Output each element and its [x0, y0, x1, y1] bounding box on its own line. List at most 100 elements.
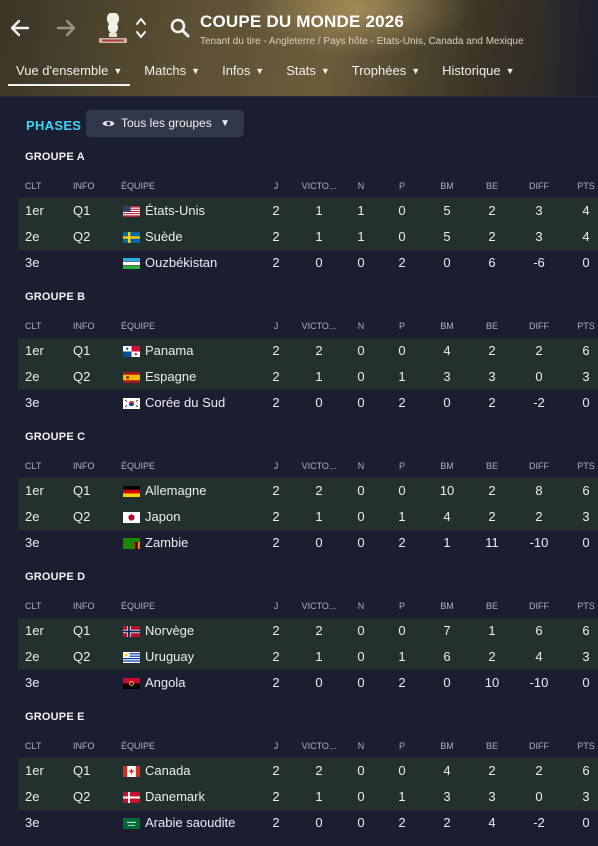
losses: 2: [398, 255, 406, 270]
table-row[interactable]: 2e Q2 Uruguay 2 1 0 1 6 2 4 3: [18, 644, 598, 670]
col-header-goals-for[interactable]: BM: [427, 740, 467, 752]
col-header-goal-diff[interactable]: DIFF: [519, 460, 559, 472]
col-header-draws[interactable]: N: [341, 180, 381, 192]
col-header-played[interactable]: J: [256, 460, 296, 472]
col-header-info[interactable]: INFO: [73, 320, 95, 332]
col-header-goal-diff[interactable]: DIFF: [519, 180, 559, 192]
col-header-info[interactable]: INFO: [73, 600, 95, 612]
col-header-losses[interactable]: P: [382, 600, 422, 612]
col-header-losses[interactable]: P: [382, 740, 422, 752]
table-row[interactable]: 3e Corée du Sud 2 0 0 2 0 2 -2 0: [18, 390, 598, 416]
col-header-goals-for[interactable]: BM: [427, 460, 467, 472]
back-button[interactable]: [8, 16, 32, 40]
team-name[interactable]: Norvège: [145, 618, 194, 644]
table-row[interactable]: 1er Q1 États-Unis 2 1 1 0 5 2 3 4: [18, 198, 598, 224]
col-header-points[interactable]: PTS: [566, 600, 598, 612]
col-header-played[interactable]: J: [256, 740, 296, 752]
table-row[interactable]: 2e Q2 Danemark 2 1 0 1 3 3 0 3: [18, 784, 598, 810]
col-header-played[interactable]: J: [256, 320, 296, 332]
world-cup-logo[interactable]: [96, 10, 130, 46]
team-name[interactable]: États-Unis: [145, 198, 205, 224]
col-header-info[interactable]: INFO: [73, 740, 95, 752]
col-header-losses[interactable]: P: [382, 320, 422, 332]
col-header-team[interactable]: ÉQUIPE: [121, 600, 155, 612]
team-name[interactable]: Uruguay: [145, 644, 194, 670]
col-header-losses[interactable]: P: [382, 460, 422, 472]
team-name[interactable]: Angola: [145, 670, 185, 696]
team-name[interactable]: Suède: [145, 224, 183, 250]
competition-switcher[interactable]: [134, 14, 148, 42]
col-header-draws[interactable]: N: [341, 600, 381, 612]
table-row[interactable]: 1er Q1 Norvège 2 2 0 0 7 1 6 6: [18, 618, 598, 644]
col-header-points[interactable]: PTS: [566, 740, 598, 752]
col-header-goals-against[interactable]: BE: [472, 320, 512, 332]
losses: 2: [398, 535, 406, 550]
col-header-played[interactable]: J: [256, 600, 296, 612]
tab-overview[interactable]: Vue d'ensemble ▼: [8, 58, 131, 86]
col-header-goals-for[interactable]: BM: [427, 180, 467, 192]
col-header-points[interactable]: PTS: [566, 320, 598, 332]
col-header-wins[interactable]: VICTO...: [299, 740, 339, 752]
col-header-wins[interactable]: VICTO...: [299, 320, 339, 332]
col-header-goals-for[interactable]: BM: [427, 600, 467, 612]
col-header-wins[interactable]: VICTO...: [299, 600, 339, 612]
tab-info[interactable]: Infos ▼: [214, 58, 272, 86]
tab-stats[interactable]: Stats ▼: [278, 58, 338, 86]
col-header-points[interactable]: PTS: [566, 180, 598, 192]
goal-difference: -6: [533, 255, 545, 270]
col-header-clt[interactable]: CLT: [25, 320, 41, 332]
col-header-draws[interactable]: N: [341, 320, 381, 332]
team-name[interactable]: Danemark: [145, 784, 205, 810]
col-header-team[interactable]: ÉQUIPE: [121, 740, 155, 752]
col-header-goal-diff[interactable]: DIFF: [519, 320, 559, 332]
team-name[interactable]: Zambie: [145, 530, 188, 556]
col-header-clt[interactable]: CLT: [25, 740, 41, 752]
col-header-wins[interactable]: VICTO...: [299, 180, 339, 192]
table-row[interactable]: 2e Q2 Japon 2 1 0 1 4 2 2 3: [18, 504, 598, 530]
col-header-clt[interactable]: CLT: [25, 180, 41, 192]
team-name[interactable]: Canada: [145, 758, 191, 784]
tab-history[interactable]: Historique ▼: [434, 58, 522, 86]
col-header-draws[interactable]: N: [341, 460, 381, 472]
col-header-goal-diff[interactable]: DIFF: [519, 600, 559, 612]
team-name[interactable]: Panama: [145, 338, 193, 364]
col-header-played[interactable]: J: [256, 180, 296, 192]
col-header-info[interactable]: INFO: [73, 180, 95, 192]
col-header-draws[interactable]: N: [341, 740, 381, 752]
team-name[interactable]: Allemagne: [145, 478, 206, 504]
col-header-goals-against[interactable]: BE: [472, 600, 512, 612]
col-header-wins[interactable]: VICTO...: [299, 460, 339, 472]
col-header-losses[interactable]: P: [382, 180, 422, 192]
col-header-team[interactable]: ÉQUIPE: [121, 460, 155, 472]
col-header-points[interactable]: PTS: [566, 460, 598, 472]
table-row[interactable]: 3e Zambie 2 0 0 2 1 11 -10 0: [18, 530, 598, 556]
team-name[interactable]: Espagne: [145, 364, 196, 390]
team-name[interactable]: Arabie saoudite: [145, 810, 235, 836]
team-name[interactable]: Ouzbékistan: [145, 250, 217, 276]
team-name[interactable]: Corée du Sud: [145, 390, 225, 416]
col-header-team[interactable]: ÉQUIPE: [121, 320, 155, 332]
table-row[interactable]: 2e Q2 Suède 2 1 1 0 5 2 3 4: [18, 224, 598, 250]
tab-trophies[interactable]: Trophées ▼: [344, 58, 428, 86]
col-header-team[interactable]: ÉQUIPE: [121, 180, 155, 192]
groups-filter-dropdown[interactable]: Tous les groupes ▼: [86, 110, 244, 137]
team-name[interactable]: Japon: [145, 504, 180, 530]
col-header-goals-for[interactable]: BM: [427, 320, 467, 332]
table-row[interactable]: 1er Q1 Canada 2 2 0 0 4 2 2 6: [18, 758, 598, 784]
tab-matches[interactable]: Matchs ▼: [136, 58, 208, 86]
table-row[interactable]: 3e Angola 2 0 0 2 0 10 -10 0: [18, 670, 598, 696]
table-row[interactable]: 1er Q1 Panama 2 2 0 0 4 2 2 6: [18, 338, 598, 364]
table-row[interactable]: 2e Q2 Espagne 2 1 0 1 3 3 0 3: [18, 364, 598, 390]
table-row[interactable]: 1er Q1 Allemagne 2 2 0 0 10 2 8 6: [18, 478, 598, 504]
search-button[interactable]: [168, 16, 192, 40]
col-header-goals-against[interactable]: BE: [472, 180, 512, 192]
col-header-goals-against[interactable]: BE: [472, 460, 512, 472]
table-row[interactable]: 3e Arabie saoudite 2 0 0 2 2 4 -2 0: [18, 810, 598, 836]
col-header-goal-diff[interactable]: DIFF: [519, 740, 559, 752]
col-header-goals-against[interactable]: BE: [472, 740, 512, 752]
forward-button[interactable]: [54, 16, 78, 40]
col-header-info[interactable]: INFO: [73, 460, 95, 472]
col-header-clt[interactable]: CLT: [25, 600, 41, 612]
table-row[interactable]: 3e Ouzbékistan 2 0 0 2 0 6 -6 0: [18, 250, 598, 276]
col-header-clt[interactable]: CLT: [25, 460, 41, 472]
